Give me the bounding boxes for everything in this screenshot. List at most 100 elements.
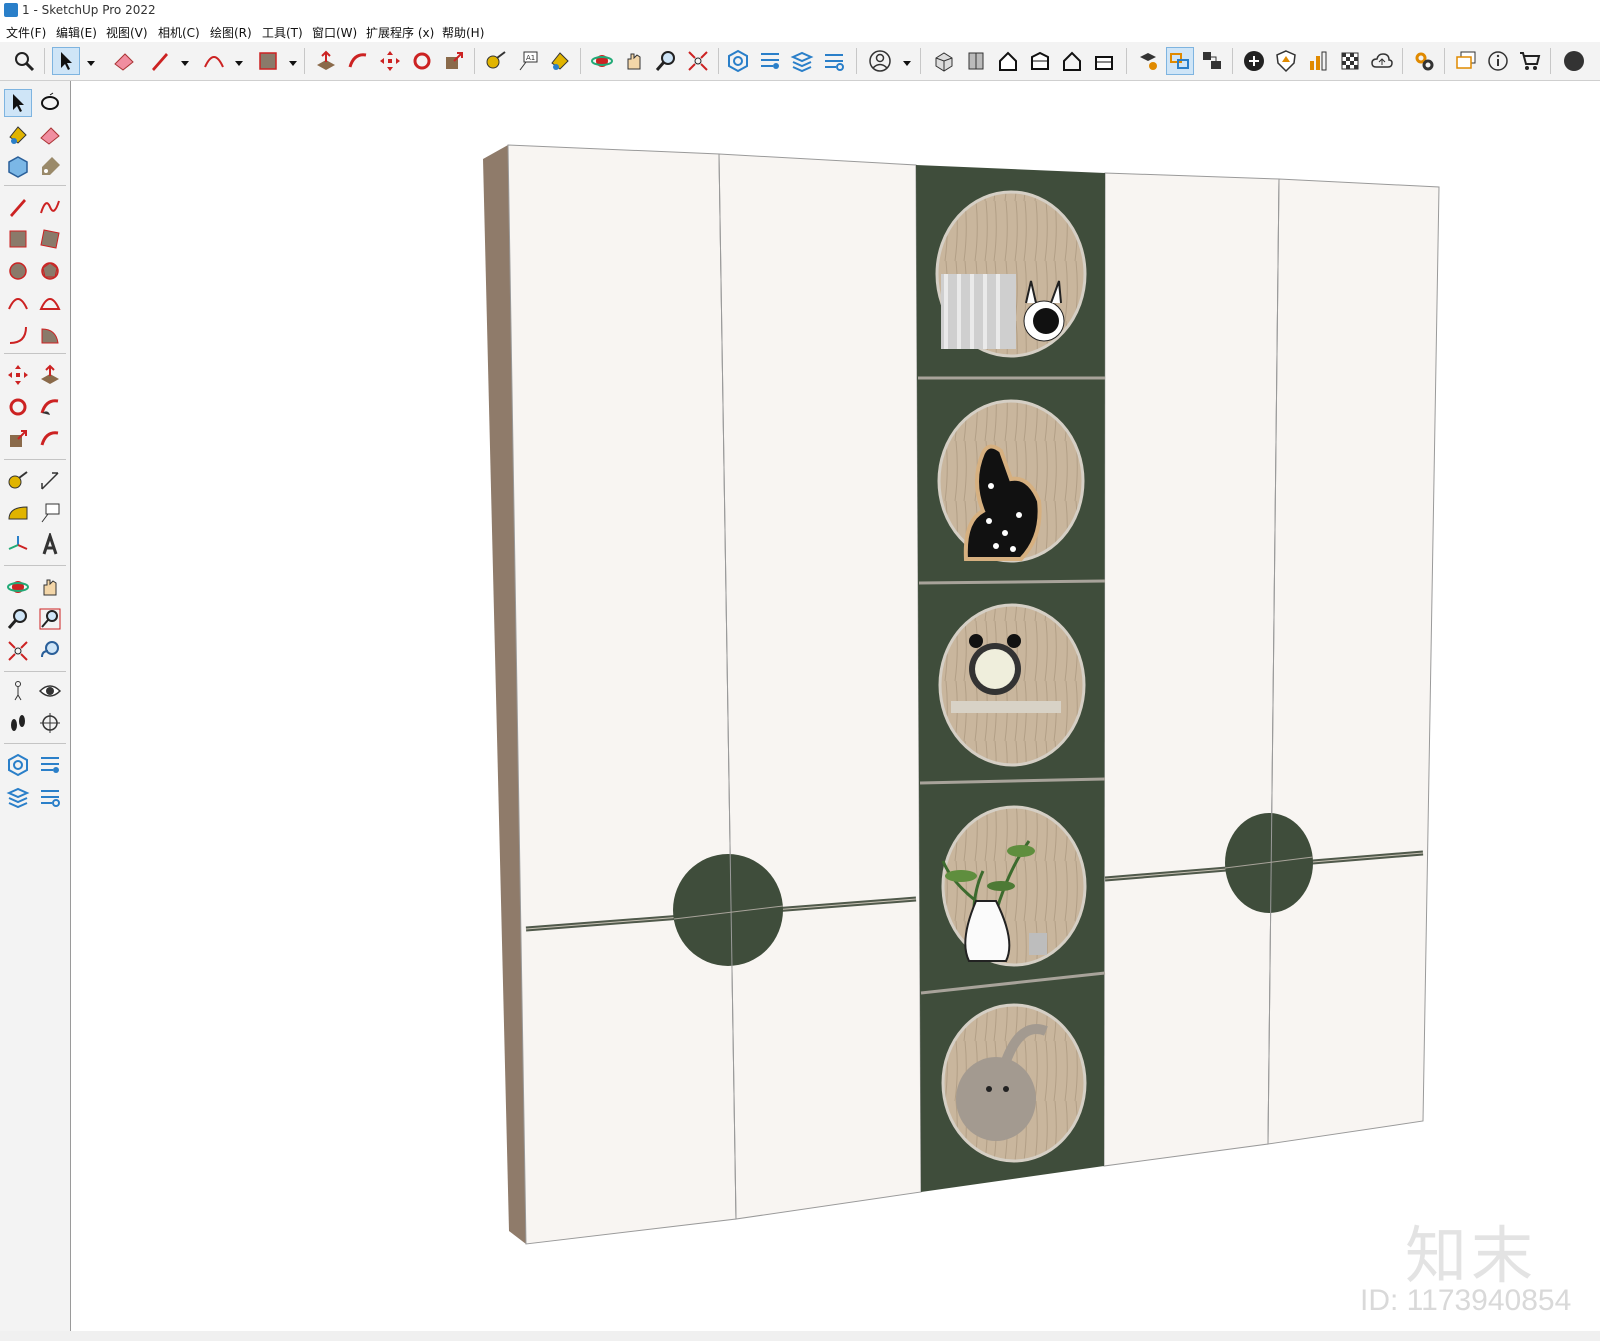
orbit2-icon[interactable]	[4, 573, 32, 601]
rectangle-icon[interactable]	[254, 47, 282, 75]
section-icon[interactable]	[36, 709, 64, 737]
tag-icon[interactable]	[36, 153, 64, 181]
scale-icon[interactable]	[4, 425, 32, 453]
pan-icon[interactable]	[36, 573, 64, 601]
menu-tools[interactable]: 工具(T)	[262, 24, 303, 41]
left-view-icon[interactable]	[1090, 47, 1118, 75]
walk-icon[interactable]	[4, 709, 32, 737]
paint-icon[interactable]	[546, 47, 574, 75]
zoom-extents-icon[interactable]	[684, 47, 712, 75]
offset-icon[interactable]	[36, 425, 64, 453]
top-view-icon[interactable]	[962, 47, 990, 75]
account-dropdown-icon[interactable]	[902, 54, 912, 66]
3dtext-icon[interactable]	[36, 531, 64, 559]
back-view-icon[interactable]	[1058, 47, 1086, 75]
ext-settings-icon[interactable]	[36, 783, 64, 811]
menu-help[interactable]: 帮助(H)	[442, 24, 484, 41]
front-view-icon[interactable]	[994, 47, 1022, 75]
lookaround-icon[interactable]	[36, 677, 64, 705]
comment-icon[interactable]	[1452, 47, 1480, 75]
orbit-icon[interactable]	[36, 89, 64, 117]
ext-warehouse-icon[interactable]	[756, 47, 784, 75]
arc-icon[interactable]	[200, 47, 228, 75]
rectangle-icon[interactable]	[4, 225, 32, 253]
text-icon[interactable]: A1	[514, 47, 542, 75]
rotate-icon[interactable]	[408, 47, 436, 75]
settings-icon[interactable]	[1410, 47, 1438, 75]
trimble-icon[interactable]	[820, 47, 848, 75]
section-cut-icon[interactable]	[1198, 47, 1226, 75]
cloud-icon[interactable]	[1368, 47, 1396, 75]
previous-icon[interactable]	[36, 637, 64, 665]
pushpull-icon[interactable]	[36, 361, 64, 389]
cart-icon[interactable]	[1516, 47, 1544, 75]
component-icon[interactable]	[4, 153, 32, 181]
eraser-icon[interactable]	[110, 47, 138, 75]
chart-icon[interactable]	[1304, 47, 1332, 75]
tape-icon[interactable]	[4, 467, 32, 495]
iso-view-icon[interactable]	[930, 47, 958, 75]
line-icon[interactable]	[4, 193, 32, 221]
dimension-icon[interactable]	[36, 467, 64, 495]
followme-icon[interactable]	[344, 47, 372, 75]
arc-dropdown-icon[interactable]	[234, 54, 244, 66]
zoom-icon[interactable]	[652, 47, 680, 75]
add-location-icon[interactable]	[1240, 47, 1268, 75]
section-icon[interactable]	[1134, 47, 1162, 75]
pan-icon[interactable]	[620, 47, 648, 75]
menu-draw[interactable]: 绘图(R)	[210, 24, 252, 41]
menu-window[interactable]: 窗口(W)	[312, 24, 357, 41]
rotated-rect-icon[interactable]	[36, 225, 64, 253]
3d-viewport[interactable]: 知末 ID: 1173940854	[71, 81, 1600, 1331]
warehouse-icon[interactable]	[724, 47, 752, 75]
pushpull-icon[interactable]	[312, 47, 340, 75]
move-icon[interactable]	[4, 361, 32, 389]
orbit-icon[interactable]	[588, 47, 616, 75]
scale-icon[interactable]	[440, 47, 468, 75]
select-tool-button[interactable]	[52, 47, 80, 75]
circle-icon[interactable]	[4, 257, 32, 285]
section-display-icon[interactable]	[1166, 47, 1194, 75]
menu-camera[interactable]: 相机(C)	[158, 24, 200, 41]
pattern-icon[interactable]	[1336, 47, 1364, 75]
rectangle-dropdown-icon[interactable]	[288, 54, 298, 66]
menu-edit[interactable]: 编辑(E)	[56, 24, 97, 41]
zoom-extents-icon[interactable]	[4, 637, 32, 665]
zoom-icon[interactable]	[4, 605, 32, 633]
pencil-icon[interactable]	[146, 47, 174, 75]
move-icon[interactable]	[376, 47, 404, 75]
layout-icon[interactable]	[788, 47, 816, 75]
freehand-icon[interactable]	[36, 193, 64, 221]
arc2-icon[interactable]	[36, 289, 64, 317]
eraser-icon[interactable]	[36, 121, 64, 149]
protractor-icon[interactable]	[4, 499, 32, 527]
warehouse-icon[interactable]	[4, 751, 32, 779]
layout-icon[interactable]	[4, 783, 32, 811]
paint-icon[interactable]	[4, 121, 32, 149]
followme-icon[interactable]	[36, 393, 64, 421]
cabinet-model[interactable]	[71, 81, 1600, 1331]
info-icon[interactable]	[1484, 47, 1512, 75]
pencil-dropdown-icon[interactable]	[180, 54, 190, 66]
search-icon[interactable]	[10, 47, 38, 75]
menu-view[interactable]: 视图(V)	[106, 24, 148, 41]
pie-icon[interactable]	[36, 321, 64, 349]
profile-icon[interactable]	[1558, 47, 1586, 75]
select-dropdown-icon[interactable]	[86, 54, 96, 66]
axes-icon[interactable]	[4, 531, 32, 559]
polygon-icon[interactable]	[36, 257, 64, 285]
text-icon[interactable]	[36, 499, 64, 527]
arc3-icon[interactable]	[4, 321, 32, 349]
tape-icon[interactable]	[482, 47, 510, 75]
right-view-icon[interactable]	[1026, 47, 1054, 75]
zoom-window-icon[interactable]	[36, 605, 64, 633]
select-icon[interactable]	[4, 89, 32, 117]
arc-icon[interactable]	[4, 289, 32, 317]
ext-icon[interactable]	[36, 751, 64, 779]
menu-file[interactable]: 文件(F)	[6, 24, 46, 41]
shield-icon[interactable]	[1272, 47, 1300, 75]
position-camera-icon[interactable]	[4, 677, 32, 705]
menu-extensions[interactable]: 扩展程序 (x)	[366, 24, 434, 41]
rotate-icon[interactable]	[4, 393, 32, 421]
account-icon[interactable]	[866, 47, 894, 75]
